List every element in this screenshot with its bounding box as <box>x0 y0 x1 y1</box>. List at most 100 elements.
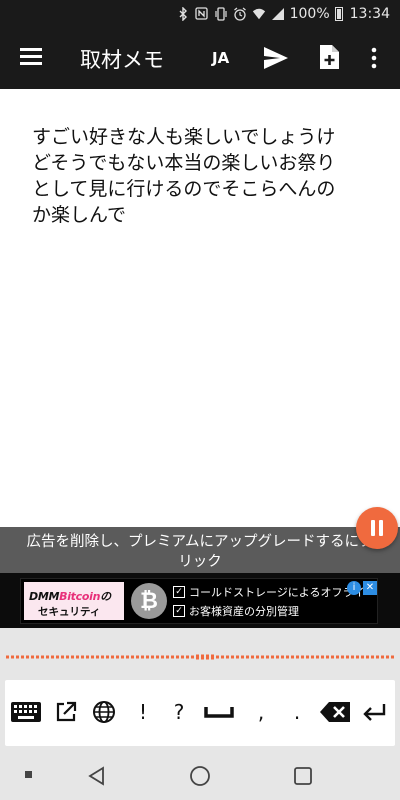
add-note-icon[interactable] <box>318 44 340 70</box>
backspace-icon[interactable] <box>317 694 353 730</box>
note-text[interactable]: すごい好きな人も楽しいでしょうけ どそうでもない本当の楽しいお祭り として見に行… <box>32 124 372 228</box>
more-vert-icon[interactable] <box>370 47 378 69</box>
keyboard-icon[interactable] <box>9 694 43 730</box>
back-icon[interactable] <box>87 766 107 786</box>
enter-icon[interactable] <box>357 694 391 730</box>
waveform-bar <box>191 655 194 659</box>
ad-creative[interactable]: DMMBitcoinの セキュリティ ₿ ✓ コールドストレージによるオフライ ✓… <box>20 578 378 624</box>
waveform-bar <box>11 655 14 659</box>
waveform-bar <box>301 655 304 659</box>
waveform-bar <box>121 655 124 659</box>
waveform-bar <box>116 655 119 659</box>
waveform-bar <box>141 655 144 659</box>
nav-indicator-icon <box>25 771 32 778</box>
waveform-bar <box>111 655 114 659</box>
question-key[interactable]: ? <box>165 694 193 730</box>
ad-banner[interactable]: DMMBitcoinの セキュリティ ₿ ✓ コールドストレージによるオフライ ✓… <box>0 573 400 628</box>
battery-icon <box>334 6 343 21</box>
waveform-bar <box>61 655 64 659</box>
checkbox-icon: ✓ <box>173 604 185 617</box>
menu-icon[interactable] <box>20 48 42 66</box>
upgrade-banner[interactable]: 広告を削除し、プレミアムにアップグレードするにク リック <box>0 527 400 573</box>
recents-icon[interactable] <box>293 766 313 786</box>
signal-icon <box>271 7 285 21</box>
waveform-bar <box>331 655 334 659</box>
waveform-bar <box>6 655 9 659</box>
ad-logo-sub: セキュリティ <box>38 606 101 618</box>
open-external-icon[interactable] <box>49 694 83 730</box>
battery-percent: 100% <box>289 5 330 22</box>
ad-close-icon[interactable]: ✕ <box>363 581 377 595</box>
ad-info-icon[interactable]: i <box>347 581 361 595</box>
ad-logo-highlight: Bitcoin <box>59 590 101 603</box>
note-line: どそうでもない本当の楽しいお祭り <box>32 152 336 174</box>
waveform-bar <box>266 655 269 659</box>
waveform-bar <box>271 655 274 659</box>
waveform-bar <box>206 654 209 660</box>
upgrade-banner-line1: 広告を削除し、プレミアムにアップグレードするにク <box>26 534 374 550</box>
waveform-bar <box>76 655 79 659</box>
waveform-bar <box>51 655 54 659</box>
waveform-bar <box>336 655 339 659</box>
waveform-bar <box>136 655 139 659</box>
waveform-bar <box>126 655 129 659</box>
waveform-bar <box>181 655 184 659</box>
alarm-icon <box>233 7 247 21</box>
note-line: すごい好きな人も楽しいでしょうけ <box>32 126 336 148</box>
waveform-bar <box>106 655 109 659</box>
period-key[interactable]: . <box>283 694 311 730</box>
waveform-bar <box>276 655 279 659</box>
send-icon[interactable] <box>262 45 290 71</box>
waveform-bar <box>226 655 229 659</box>
waveform-bar <box>316 655 319 659</box>
navigation-bar <box>0 750 400 800</box>
waveform-bar <box>216 655 219 659</box>
waveform-bar <box>46 655 49 659</box>
waveform-bar <box>311 655 314 659</box>
waveform-bar <box>66 655 69 659</box>
waveform-bar <box>176 655 179 659</box>
waveform-bar <box>91 655 94 659</box>
upgrade-banner-line2: リック <box>178 554 222 570</box>
waveform-bar <box>351 655 354 659</box>
comma-key[interactable]: , <box>247 694 275 730</box>
pause-recording-button[interactable] <box>356 507 398 549</box>
note-line: か楽しんで <box>32 204 127 226</box>
vibrate-icon <box>214 6 228 21</box>
language-button[interactable]: JA <box>212 49 229 67</box>
waveform-bar <box>326 655 329 659</box>
ad-logo-brand: DMM <box>29 590 60 603</box>
waveform-bar <box>186 655 189 659</box>
bitcoin-icon: ₿ <box>131 583 167 619</box>
waveform-bar <box>286 655 289 659</box>
ad-line1: コールドストレージによるオフライ <box>189 585 365 599</box>
waveform-bar <box>71 655 74 659</box>
waveform-bar <box>246 655 249 659</box>
exclamation-key[interactable]: ! <box>129 694 157 730</box>
waveform-bar <box>86 655 89 659</box>
globe-icon[interactable] <box>87 694 121 730</box>
waveform-bar <box>296 655 299 659</box>
waveform-bar <box>386 655 389 659</box>
space-icon[interactable] <box>201 694 237 730</box>
waveform-bar <box>371 655 374 659</box>
waveform-bar <box>41 655 44 659</box>
waveform-bar <box>356 655 359 659</box>
note-line: として見に行けるのでそこらへんの <box>32 178 336 200</box>
home-icon[interactable] <box>189 765 211 787</box>
clock: 13:34 <box>349 5 390 22</box>
app-title: 取材メモ <box>80 48 164 72</box>
waveform-bar <box>241 655 244 659</box>
waveform-bar <box>346 655 349 659</box>
keyboard-toolbar: ! ? , . <box>5 680 395 746</box>
waveform-bar <box>211 654 214 660</box>
waveform-bar <box>281 655 284 659</box>
waveform-bar <box>56 655 59 659</box>
app-bar: 取材メモ JA <box>0 27 400 89</box>
waveform-bar <box>146 655 149 659</box>
pause-icon-bar <box>379 520 383 536</box>
waveform-bar <box>161 655 164 659</box>
waveform-bar <box>231 655 234 659</box>
waveform-bar <box>291 655 294 659</box>
waveform-bar <box>321 655 324 659</box>
